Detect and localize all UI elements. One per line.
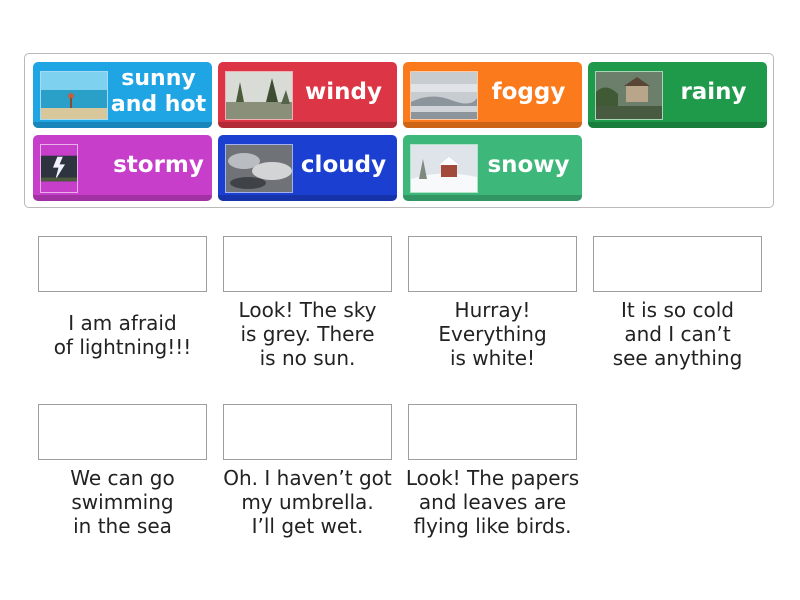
tile-label: cloudy bbox=[300, 152, 387, 178]
clue-text-2: Look! The sky is grey. There is no sun. bbox=[238, 298, 377, 370]
drop-box-4[interactable] bbox=[593, 236, 762, 292]
drop-box-2[interactable] bbox=[223, 236, 392, 292]
tile-label: snowy bbox=[487, 152, 570, 178]
foggy-landscape-photo-icon bbox=[410, 71, 478, 120]
drop-box-5[interactable] bbox=[38, 404, 207, 460]
clue-text-3: Hurray! Everything is white! bbox=[438, 298, 547, 370]
tile-foggy[interactable]: foggy bbox=[403, 62, 582, 128]
rainy-village-photo-icon bbox=[595, 71, 663, 120]
clouds-photo-icon bbox=[225, 144, 293, 193]
clue-text-4: It is so cold and I can’t see anything bbox=[612, 298, 743, 370]
lightning-photo-icon bbox=[40, 144, 78, 193]
tile-label: stormy bbox=[113, 152, 204, 178]
clue-text-6: Oh. I haven’t got my umbrella. I’ll get we… bbox=[223, 466, 392, 538]
tile-cloudy[interactable]: cloudy bbox=[218, 135, 397, 201]
tile-label: rainy bbox=[680, 79, 747, 105]
tile-stormy[interactable]: stormy bbox=[33, 135, 212, 201]
clue-text-7: Look! The papers and leaves are flying lik… bbox=[405, 466, 580, 538]
tile-label: windy bbox=[305, 79, 382, 105]
tile-label: foggy bbox=[491, 79, 566, 105]
snowy-scene-photo-icon bbox=[410, 144, 478, 193]
drop-box-7[interactable] bbox=[408, 404, 577, 460]
clue-text-1: I am afraid of lightning!!! bbox=[53, 311, 192, 359]
tile-windy[interactable]: windy bbox=[218, 62, 397, 128]
tile-rainy[interactable]: rainy bbox=[588, 62, 767, 128]
drop-box-3[interactable] bbox=[408, 236, 577, 292]
tile-snowy[interactable]: snowy bbox=[403, 135, 582, 201]
windy-trees-photo-icon bbox=[225, 71, 293, 120]
tile-sunny-and-hot[interactable]: sunny and hot bbox=[33, 62, 212, 128]
drop-box-6[interactable] bbox=[223, 404, 392, 460]
drop-box-1[interactable] bbox=[38, 236, 207, 292]
tile-label: sunny and hot bbox=[110, 66, 207, 117]
beach-photo-icon bbox=[40, 71, 108, 120]
clue-text-5: We can go swimming in the sea bbox=[70, 466, 175, 538]
